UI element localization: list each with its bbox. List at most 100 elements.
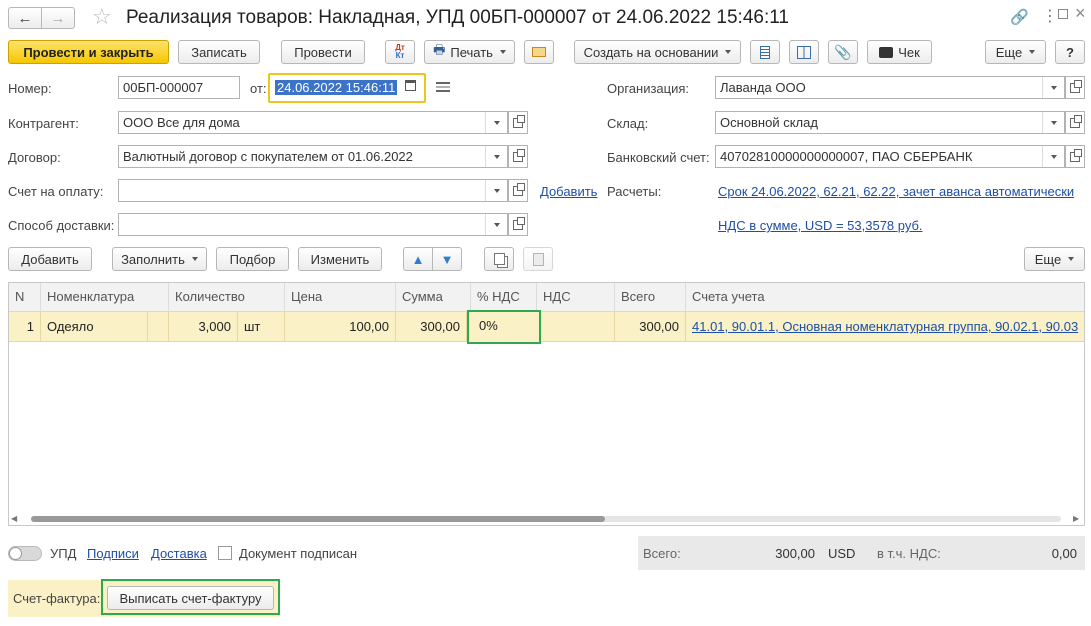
contract-open-button[interactable] [508, 145, 528, 168]
vat-link[interactable]: НДС в сумме, USD = 53,3578 руб. [718, 218, 923, 233]
history-icon[interactable] [436, 82, 450, 92]
more-vertical-icon[interactable]: ⋮ [1042, 6, 1058, 26]
attach-file-button[interactable]: 📎 [828, 40, 858, 64]
bank-account-label: Банковский счет: [607, 150, 710, 165]
header-vat[interactable]: НДС [537, 283, 615, 311]
page-title: Реализация товаров: Накладная, УПД 00БП-… [126, 7, 789, 28]
settlements-link[interactable]: Срок 24.06.2022, 62.21, 62.22, зачет ава… [718, 184, 1074, 199]
bank-account-open-button[interactable] [1065, 145, 1085, 168]
forward-button[interactable]: → [41, 7, 75, 29]
scroll-left-icon[interactable]: ◀ [11, 514, 17, 523]
signatures-link[interactable]: Подписи [87, 546, 139, 561]
more-button[interactable]: Еще [985, 40, 1046, 64]
contractor-field[interactable]: ООО Все для дома [118, 111, 508, 134]
printer-icon: 🖶 [433, 42, 446, 57]
cell-vat-rate[interactable]: 0% [467, 310, 541, 344]
dt-kt-button[interactable]: Дт Кт [385, 40, 415, 64]
header-quantity[interactable]: Количество [169, 283, 285, 311]
contractor-dropdown[interactable] [485, 112, 507, 133]
chevron-down-icon [1050, 85, 1057, 90]
bank-account-field[interactable]: 40702810000000000007, ПАО СБЕРБАНК [715, 145, 1065, 168]
invoice-payment-dropdown[interactable] [485, 180, 507, 201]
structure-button[interactable] [789, 40, 819, 64]
print-button[interactable]: 🖶 Печать [424, 40, 515, 64]
organization-dropdown[interactable] [1042, 77, 1064, 98]
horizontal-scrollbar[interactable]: ◀ ▶ [9, 513, 1084, 524]
table-select-button[interactable]: Подбор [216, 247, 289, 271]
cash-register-icon [879, 46, 894, 58]
maximize-icon[interactable] [1058, 9, 1068, 19]
signed-checkbox[interactable] [218, 546, 232, 560]
signed-label: Документ подписан [239, 546, 358, 561]
save-button[interactable]: Записать [178, 40, 260, 64]
warehouse-dropdown[interactable] [1042, 112, 1064, 133]
warehouse-field[interactable]: Основной склад [715, 111, 1065, 134]
delivery-method-dropdown[interactable] [485, 214, 507, 235]
paste-button[interactable] [523, 247, 553, 271]
delivery-method-field[interactable] [118, 213, 508, 236]
header-accounts[interactable]: Счета учета [686, 283, 1084, 311]
table-change-button[interactable]: Изменить [298, 247, 382, 271]
contractor-open-button[interactable] [508, 111, 528, 134]
warehouse-open-button[interactable] [1065, 111, 1085, 134]
calendar-icon[interactable] [405, 80, 416, 91]
issue-invoice-button[interactable]: Выписать счет-фактуру [107, 586, 274, 610]
bank-account-dropdown[interactable] [1042, 146, 1064, 167]
organization-field[interactable]: Лаванда ООО [715, 76, 1065, 99]
close-icon[interactable]: × [1075, 3, 1086, 24]
favorite-star-icon[interactable]: ☆ [92, 4, 112, 30]
check-button[interactable]: Чек [867, 40, 932, 64]
cell-item[interactable]: Одеяло [41, 312, 148, 342]
table-fill-button[interactable]: Заполнить [112, 247, 207, 271]
add-invoice-link[interactable]: Добавить [540, 184, 597, 199]
create-based-on-button[interactable]: Создать на основании [574, 40, 741, 64]
header-vat-rate[interactable]: % НДС [471, 283, 537, 311]
organization-value: Лаванда ООО [720, 80, 806, 95]
settlements-label: Расчеты: [607, 184, 662, 199]
table-more-button[interactable]: Еще [1024, 247, 1085, 271]
help-button[interactable]: ? [1055, 40, 1085, 64]
contract-field[interactable]: Валютный договор с покупателем от 01.06.… [118, 145, 508, 168]
cell-price[interactable]: 100,00 [285, 312, 396, 342]
chevron-down-icon [493, 222, 500, 227]
copy-row-button[interactable] [484, 247, 514, 271]
number-field[interactable]: 00БП-000007 [118, 76, 240, 99]
table-add-button[interactable]: Добавить [8, 247, 92, 271]
back-button[interactable]: ← [8, 7, 42, 29]
organization-open-button[interactable] [1065, 76, 1085, 99]
cell-accounts-link[interactable]: 41.01, 90.01.1, Основная номенклатурная … [686, 312, 1084, 342]
move-up-button[interactable]: ▲ [403, 247, 433, 271]
header-n[interactable]: N [9, 283, 41, 311]
delivery-link[interactable]: Доставка [151, 546, 207, 561]
date-field-frame[interactable]: 24.06.2022 15:46:11 [268, 73, 426, 103]
cell-vat[interactable] [541, 312, 615, 342]
invoice-payment-open-button[interactable] [508, 179, 528, 202]
delivery-method-open-button[interactable] [508, 213, 528, 236]
cell-total[interactable]: 300,00 [615, 312, 686, 342]
date-label: от: [250, 81, 267, 96]
cell-sum[interactable]: 300,00 [396, 312, 467, 342]
header-total[interactable]: Всего [615, 283, 686, 311]
cell-unit[interactable]: шт [238, 312, 285, 342]
copy-icon [493, 253, 505, 265]
upd-toggle[interactable] [8, 546, 42, 561]
date-field[interactable]: 24.06.2022 15:46:11 [275, 80, 398, 95]
chevron-down-icon [1050, 120, 1057, 125]
scroll-thumb[interactable] [31, 516, 605, 522]
link-icon[interactable]: 🔗 [1010, 8, 1029, 26]
cell-quantity[interactable]: 3,000 [169, 312, 238, 342]
contract-dropdown[interactable] [485, 146, 507, 167]
header-price[interactable]: Цена [285, 283, 396, 311]
chevron-down-icon [493, 188, 500, 193]
header-sum[interactable]: Сумма [396, 283, 471, 311]
header-item[interactable]: Номенклатура [41, 283, 169, 311]
post-and-close-button[interactable]: Провести и закрыть [8, 40, 169, 64]
total-label: Всего: [643, 546, 681, 561]
post-button[interactable]: Провести [281, 40, 365, 64]
email-button[interactable] [524, 40, 554, 64]
move-down-button[interactable]: ▼ [432, 247, 462, 271]
open-icon [513, 182, 525, 196]
register-list-button[interactable] [750, 40, 780, 64]
scroll-right-icon[interactable]: ▶ [1073, 514, 1079, 523]
invoice-payment-field[interactable] [118, 179, 508, 202]
